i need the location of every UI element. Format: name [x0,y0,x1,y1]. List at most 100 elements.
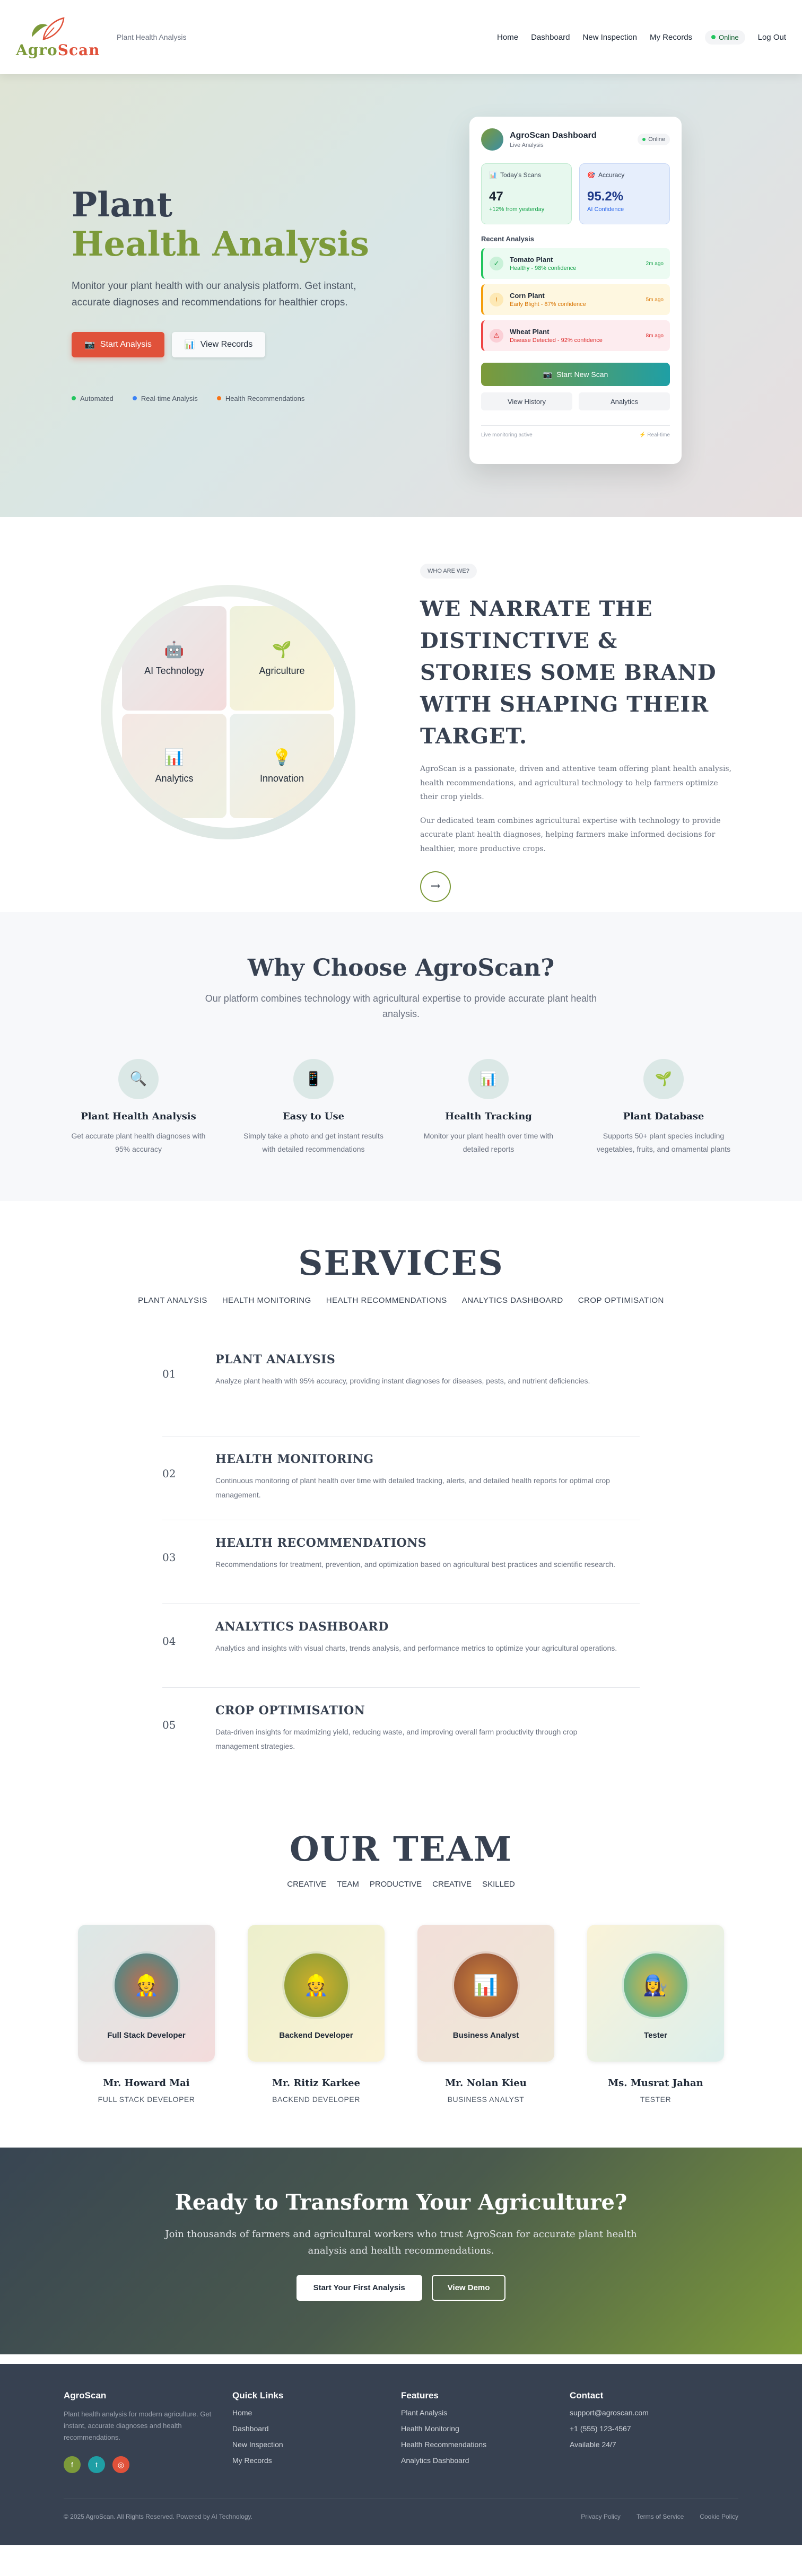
tag-recommendations: Health Recommendations [216,395,304,402]
instagram-icon[interactable]: ◎ [112,2456,129,2474]
feature-desc: Supports 50+ plant species including veg… [596,1131,731,1153]
member-card[interactable]: 👷 Backend Developer [248,1925,385,2062]
footer-brand: AgroScan [64,2390,107,2400]
alert-icon: ⚠ [490,329,503,343]
hero-description: Monitor your plant health with our analy… [72,281,356,308]
member-role: FULL STACK DEVELOPER [98,2095,195,2104]
logout-link[interactable]: Log Out [758,33,786,42]
chart-icon: 📊 [452,1951,520,2019]
feature-desc: Simply take a photo and get instant resu… [243,1131,383,1153]
view-history-button[interactable]: View History [481,392,572,410]
footer-link-my-records[interactable]: My Records [232,2456,401,2465]
member-role: BACKEND DEVELOPER [272,2095,360,2104]
feature-title: Health Tracking [445,1110,532,1122]
terms-link[interactable]: Terms of Service [637,2513,684,2520]
list-item[interactable]: ✓ Tomato Plant Healthy - 98% confidence 2… [481,248,670,279]
plant-name: Corn Plant [510,292,545,300]
view-records-button[interactable]: 📊 View Records [171,331,266,357]
quad-analytics: 📊 Analytics [122,714,226,818]
stat-label: Today's Scans [500,171,541,179]
worker-icon: 👷 [282,1951,350,2019]
nav-dashboard[interactable]: Dashboard [531,33,570,42]
recent-analysis-heading: Recent Analysis [481,235,534,243]
footer-feature-link[interactable]: Analytics Dashboard [401,2456,570,2465]
services-nav-item[interactable]: ANALYTICS DASHBOARD [462,1296,563,1305]
footer-feature-link[interactable]: Health Monitoring [401,2424,570,2433]
stat-value: 47 [489,189,503,204]
team-tag: CREATIVE [432,1880,472,1889]
phone-icon: 📱 [293,1058,334,1099]
list-item[interactable]: ⚠ Wheat Plant Disease Detected - 92% conf… [481,320,670,351]
contact-email[interactable]: support@agroscan.com [570,2408,738,2417]
top-nav: AgroScan Plant Health Analysis Home Dash… [0,0,802,74]
contact-title: Contact [570,2390,604,2400]
contact-phone[interactable]: +1 (555) 123-4567 [570,2424,738,2433]
member-name: Mr. Nolan Kieu [445,2078,527,2089]
facebook-icon[interactable]: f [64,2456,81,2474]
privacy-policy-link[interactable]: Privacy Policy [581,2513,621,2520]
twitter-icon[interactable]: t [88,2456,105,2474]
lightning-icon: ⚡ [639,432,646,438]
member-name: Mr. Howard Mai [103,2078,190,2089]
service-title: PLANT ANALYSIS [215,1353,336,1366]
footer-link-new-inspection[interactable]: New Inspection [232,2440,401,2449]
plant-status: Disease Detected - 92% confidence [510,337,603,344]
warning-icon: ! [490,293,503,306]
quick-links-title: Quick Links [232,2390,284,2400]
services-section: SERVICES PLANT ANALYSIS HEALTH MONITORIN… [0,1201,802,1829]
service-desc: Analytics and insights with visual chart… [215,1644,617,1652]
tag-label: Real-time Analysis [141,394,198,402]
team-tag: SKILLED [482,1880,515,1889]
cookie-policy-link[interactable]: Cookie Policy [700,2513,738,2520]
dashboard-footer-left: Live monitoring active [481,432,533,438]
why-section: Why Choose AgroScan? Our platform combin… [0,912,802,1201]
service-number: 02 [162,1467,176,1480]
start-analysis-button[interactable]: 📷 Start Analysis [72,331,164,357]
team-member: 👷 Backend Developer Mr. Ritiz Karkee BACK… [248,1925,385,2104]
member-name: Mr. Ritiz Karkee [272,2078,360,2089]
member-card[interactable]: 📊 Business Analyst [417,1925,554,2062]
hero-section: Plant Health Analysis Monitor your plant… [0,74,802,517]
member-card[interactable]: 👷 Full Stack Developer [78,1925,215,2062]
analytics-button[interactable]: Analytics [579,392,670,410]
stat-note: +12% from yesterday [489,206,545,213]
services-nav-item[interactable]: HEALTH RECOMMENDATIONS [326,1296,447,1305]
service-title: HEALTH MONITORING [215,1452,374,1466]
arrow-right-button[interactable]: → [420,871,451,902]
services-nav-item[interactable]: HEALTH MONITORING [222,1296,311,1305]
start-new-scan-button[interactable]: 📷 Start New Scan [481,363,670,386]
logo-text-b: Scan [57,41,100,59]
todays-scans-stat: 📊 Today's Scans 47 +12% from yesterday [481,163,572,224]
tag-realtime: Real-time Analysis [132,394,198,402]
nav-home[interactable]: Home [497,33,518,42]
feature-card: 🌱 Plant Database Supports 50+ plant spec… [589,1058,738,1156]
cta-title: Ready to Transform Your Agriculture? [175,2190,627,2215]
footer-link-dashboard[interactable]: Dashboard [232,2424,401,2433]
footer-feature-link[interactable]: Plant Analysis [401,2408,570,2417]
feature-card: 📊 Health Tracking Monitor your plant hea… [414,1058,563,1156]
member-card[interactable]: 👩‍🔧 Tester [587,1925,724,2062]
logo[interactable]: AgroScan [16,16,106,59]
quad-agriculture: 🌱 Agriculture [230,606,334,711]
footer-link-home[interactable]: Home [232,2408,401,2417]
nav-new-inspection[interactable]: New Inspection [582,33,637,42]
online-status-label: Online [719,33,739,41]
check-icon: ✓ [490,257,503,270]
status-dot-icon [642,138,646,141]
services-nav-item[interactable]: PLANT ANALYSIS [138,1296,207,1305]
tag-automated: Automated [72,395,114,402]
feature-desc: Get accurate plant health diagnoses with… [71,1131,206,1153]
stat-value: 95.2% [587,189,624,204]
services-nav-item[interactable]: CROP OPTIMISATION [578,1296,664,1305]
hero-tags: Automated Real-time Analysis Health Reco… [72,395,400,402]
footer-feature-link[interactable]: Health Recommendations [401,2440,570,2449]
list-item[interactable]: ! Corn Plant Early Blight - 87% confidenc… [481,284,670,315]
quad-label: Agriculture [259,665,305,676]
view-demo-button[interactable]: View Demo [431,2275,506,2301]
hero-title-line1: Plant [72,185,172,225]
camera-icon: 📷 [543,370,553,379]
member-card-role: Full Stack Developer [107,2031,186,2040]
hero-content: Plant Health Analysis Monitor your plant… [72,186,400,402]
start-first-analysis-button[interactable]: Start Your First Analysis [296,2275,422,2301]
nav-my-records[interactable]: My Records [650,33,692,42]
